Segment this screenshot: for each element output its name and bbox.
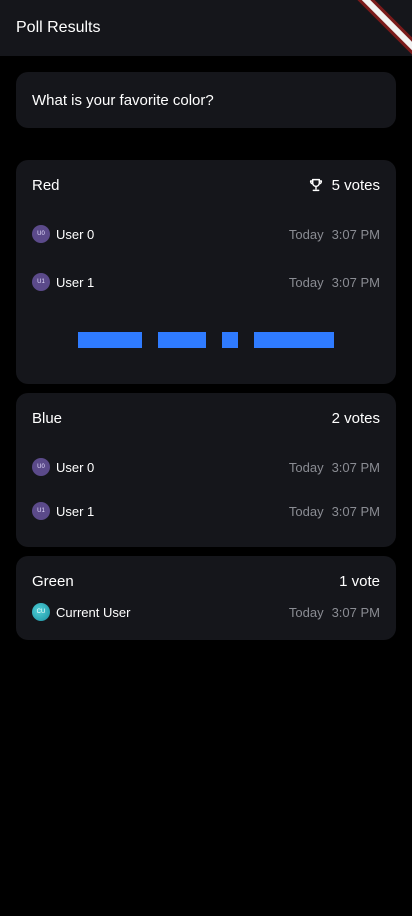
voter-name: User 1 (56, 503, 95, 519)
vote-timestamp: Today 3:07 PM (288, 274, 380, 290)
option-card-green: Green 1 vote CU Current User Today 3:07 P… (16, 556, 396, 640)
voter-row: U1 User 1 Today 3:07 PM (32, 491, 380, 531)
voter-name: User 0 (56, 226, 95, 242)
loading-bar (254, 332, 334, 348)
voter-row: CU Current User Today 3:07 PM (32, 600, 380, 624)
option-name: Red (32, 176, 60, 194)
vote-timestamp: Today 3:07 PM (288, 604, 380, 620)
voter-row: U0 User 0 Today 3:07 PM (32, 210, 380, 258)
option-name: Blue (32, 409, 63, 427)
voter-name: User 0 (56, 459, 95, 475)
vote-count-label: 2 votes (331, 409, 380, 427)
question-card: What is your favorite color? (16, 72, 396, 128)
avatar: CU (32, 603, 50, 621)
option-header: Blue 2 votes (32, 409, 380, 427)
option-name: Green (32, 572, 74, 590)
loading-bar (78, 332, 142, 348)
loading-bar (222, 332, 238, 348)
vote-timestamp: Today 3:07 PM (288, 459, 380, 475)
page-title: Poll Results (16, 19, 101, 36)
vote-count: 5 votes (308, 177, 380, 194)
vote-count-label: 5 votes (331, 176, 380, 194)
avatar: U1 (32, 502, 50, 520)
loading-bar (158, 332, 206, 348)
voter-row: U1 User 1 Today 3:07 PM (32, 258, 380, 306)
avatar: U1 (32, 273, 50, 291)
vote-count: 2 votes (332, 410, 380, 427)
avatar: U0 (32, 225, 50, 243)
poll-results-content: What is your favorite color? Red 5 votes (0, 56, 412, 665)
vote-count-label: 1 vote (339, 572, 380, 590)
poll-question: What is your favorite color? (32, 91, 214, 109)
option-header: Red 5 votes (32, 176, 380, 194)
loading-indicator (32, 306, 380, 368)
option-header: Green 1 vote (32, 572, 380, 590)
debug-banner (352, 0, 412, 56)
vote-timestamp: Today 3:07 PM (288, 503, 380, 519)
option-card-blue: Blue 2 votes U0 User 0 Today 3:07 PM U1 U… (16, 393, 396, 547)
voter-row: U0 User 0 Today 3:07 PM (32, 443, 380, 491)
vote-timestamp: Today 3:07 PM (288, 226, 380, 242)
trophy-icon (308, 177, 324, 193)
app-bar: Poll Results (0, 0, 412, 56)
option-card-red: Red 5 votes U0 User 0 Today 3:07 PM U1 U… (16, 160, 396, 384)
voter-name: Current User (56, 604, 131, 620)
vote-count: 1 vote (339, 573, 380, 590)
voter-name: User 1 (56, 274, 95, 290)
avatar: U0 (32, 458, 50, 476)
